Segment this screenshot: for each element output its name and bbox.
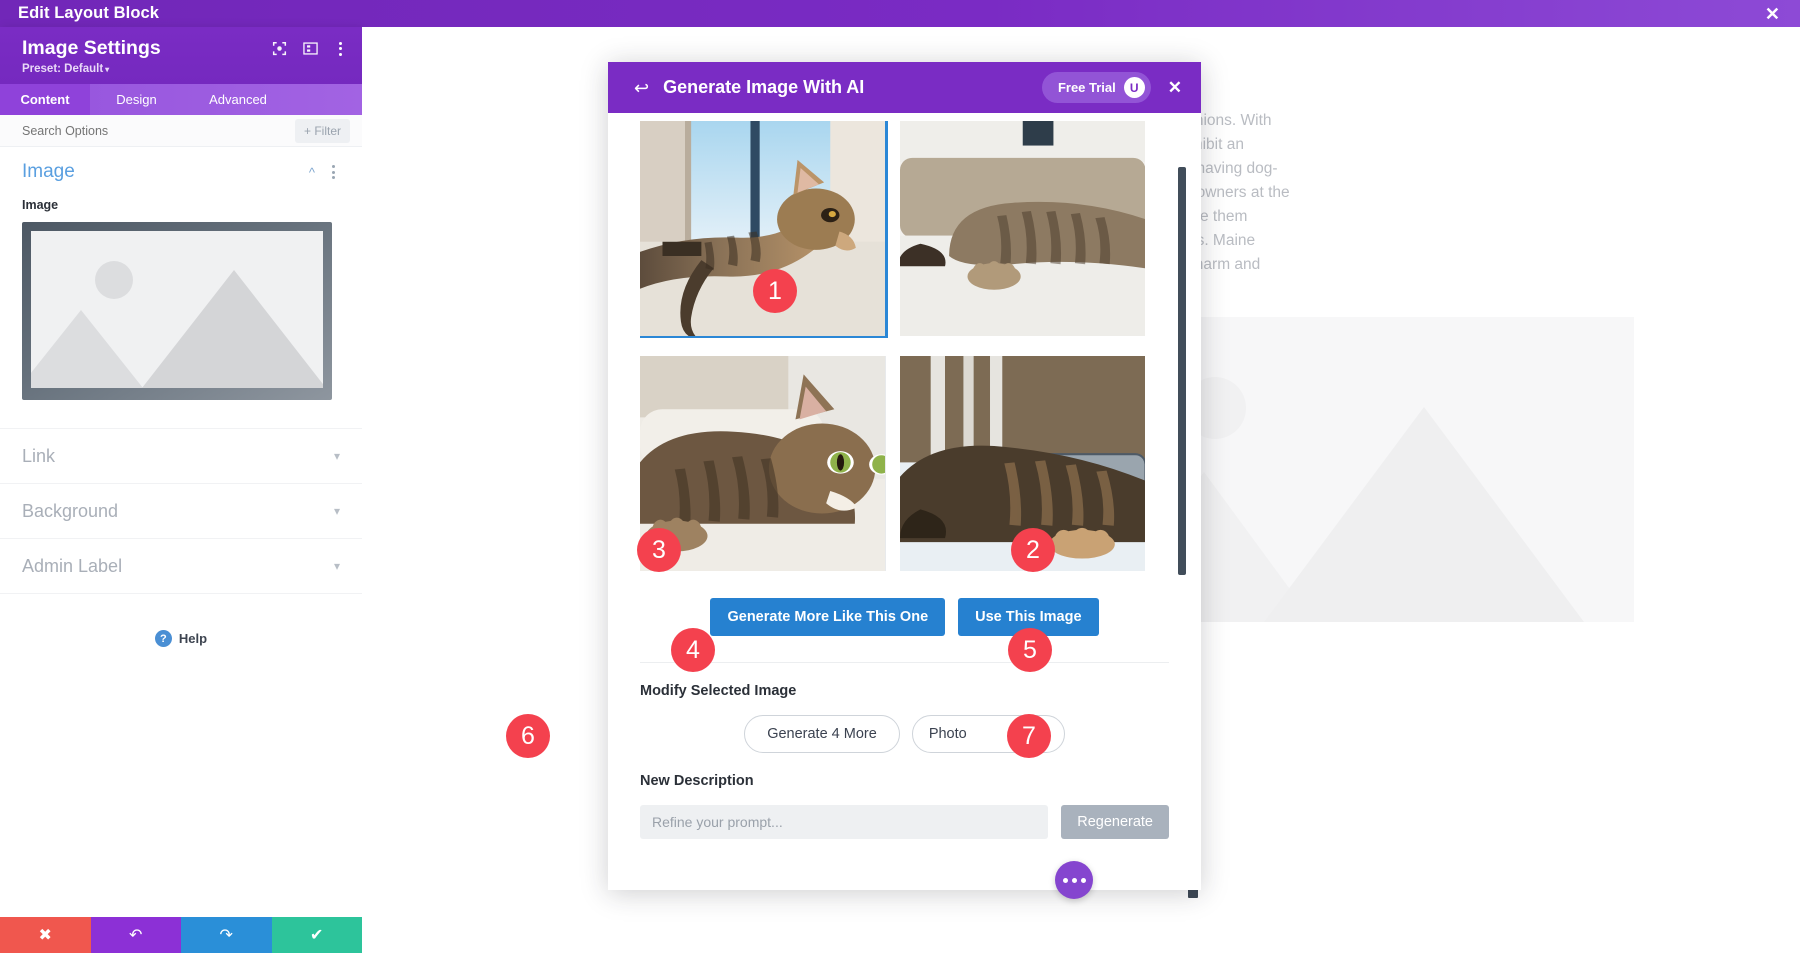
modify-selected-image-label: Modify Selected Image — [640, 683, 797, 699]
tab-design[interactable]: Design — [90, 84, 183, 115]
callout-7: 7 — [1007, 714, 1051, 758]
help-icon: ? — [154, 630, 172, 648]
redo-button[interactable]: ↷ — [181, 917, 272, 953]
preset-label: Preset: Default — [22, 63, 104, 76]
chevron-up-icon[interactable]: ^ — [309, 165, 315, 180]
filter-button[interactable]: + Filter — [294, 118, 350, 143]
callout-1: 1 — [753, 269, 797, 313]
callout-number: 7 — [1022, 721, 1036, 750]
tab-content[interactable]: Content — [0, 84, 90, 116]
modal-body: Generate More Like This One Use This Ima… — [608, 113, 1201, 890]
search-row: + Filter — [0, 115, 362, 148]
refine-prompt-input[interactable] — [640, 805, 1049, 839]
target-icon[interactable] — [272, 41, 287, 56]
layout-icon[interactable] — [303, 41, 318, 56]
accordion-background[interactable]: Background ▾ — [0, 483, 362, 538]
callout-6: 6 — [506, 714, 550, 758]
panel-header: Image Settings Preset: Default ▾ — [0, 27, 362, 85]
callout-number: 3 — [652, 535, 666, 564]
cat-photo-2 — [899, 121, 1145, 336]
new-description-label: New Description — [640, 773, 754, 789]
search-input[interactable] — [22, 123, 232, 138]
chevron-down-icon: ▾ — [333, 449, 340, 464]
generate-more-like-this-button[interactable]: Generate More Like This One — [710, 598, 946, 636]
accordion-admin-label-label: Admin Label — [22, 555, 123, 576]
more-vertical-icon[interactable] — [327, 165, 340, 180]
more-horizontal-icon[interactable] — [1055, 861, 1093, 899]
accordion-link-label: Link — [22, 445, 56, 466]
accordion-link[interactable]: Link ▾ — [0, 428, 362, 483]
close-icon[interactable]: ✕ — [1761, 3, 1784, 25]
more-vertical-icon[interactable] — [334, 41, 347, 56]
callout-number: 2 — [1026, 535, 1040, 564]
modal-close-icon[interactable]: ✕ — [1163, 76, 1187, 100]
callout-number: 6 — [521, 721, 535, 750]
callout-number: 1 — [768, 276, 782, 305]
help-label: Help — [178, 631, 208, 647]
app-root: Edit Layout Block ✕ Image Settings Prese… — [0, 0, 1800, 953]
generate-image-ai-modal: ↩ Generate Image With AI Free Trial U ✕ — [608, 62, 1201, 890]
free-trial-label: Free Trial — [1057, 80, 1116, 95]
generate-4-more-button[interactable]: Generate 4 More — [744, 715, 900, 753]
image-results-area — [640, 121, 1186, 576]
image-upload-preview[interactable] — [22, 222, 332, 401]
panel-footer: ✖ ↶ ↷ ✔ — [0, 917, 362, 953]
chevron-down-icon: ▾ — [333, 504, 340, 519]
image-field-label: Image — [22, 198, 59, 213]
tab-advanced[interactable]: Advanced — [183, 84, 293, 115]
image-grid-scrollbar[interactable] — [1178, 167, 1186, 575]
modal-title: Generate Image With AI — [663, 77, 865, 97]
panel-tabs: Content Design Advanced — [0, 84, 362, 116]
image-placeholder-icon — [31, 231, 323, 389]
cancel-button[interactable]: ✖ — [0, 917, 91, 953]
image-result-2[interactable] — [899, 121, 1145, 336]
result-actions: Generate More Like This One Use This Ima… — [640, 598, 1169, 636]
description-row: Regenerate — [640, 805, 1169, 839]
free-trial-badge[interactable]: Free Trial U — [1041, 72, 1151, 103]
image-settings-panel: Image Settings Preset: Default ▾ Content… — [0, 27, 362, 953]
top-bar: Edit Layout Block ✕ — [0, 0, 1800, 27]
modal-header: ↩ Generate Image With AI Free Trial U ✕ — [608, 62, 1201, 113]
panel-body: Image ^ Image Link ▾ Background ▾ Admin … — [0, 147, 362, 917]
modify-controls: Generate 4 More Photo ▾ — [640, 715, 1169, 753]
style-select-value: Photo — [928, 726, 967, 742]
undo-button[interactable]: ↶ — [90, 917, 181, 953]
chevron-down-icon: ▾ — [333, 559, 340, 574]
accordion-admin-label[interactable]: Admin Label ▾ — [0, 538, 362, 593]
callout-3: 3 — [637, 528, 681, 572]
trial-avatar: U — [1123, 77, 1145, 98]
divider — [640, 662, 1169, 663]
image-section: Image ^ Image — [0, 147, 362, 401]
preset-selector[interactable]: Preset: Default ▾ — [22, 63, 161, 75]
callout-5: 5 — [1008, 628, 1052, 672]
accordion-background-label: Background — [22, 500, 119, 521]
callout-number: 5 — [1023, 635, 1037, 664]
callout-number: 4 — [686, 635, 700, 664]
page-title: Edit Layout Block — [18, 4, 160, 22]
regenerate-button[interactable]: Regenerate — [1061, 805, 1169, 839]
image-section-title: Image — [22, 161, 75, 183]
help-button[interactable]: ? Help — [0, 630, 362, 648]
save-button[interactable]: ✔ — [271, 917, 362, 953]
back-arrow-icon[interactable]: ↩ — [634, 79, 649, 97]
callout-2: 2 — [1011, 528, 1055, 572]
image-results-grid — [640, 121, 1145, 576]
callout-4: 4 — [671, 628, 715, 672]
chevron-down-icon: ▾ — [105, 65, 110, 75]
panel-title: Image Settings — [22, 37, 161, 59]
